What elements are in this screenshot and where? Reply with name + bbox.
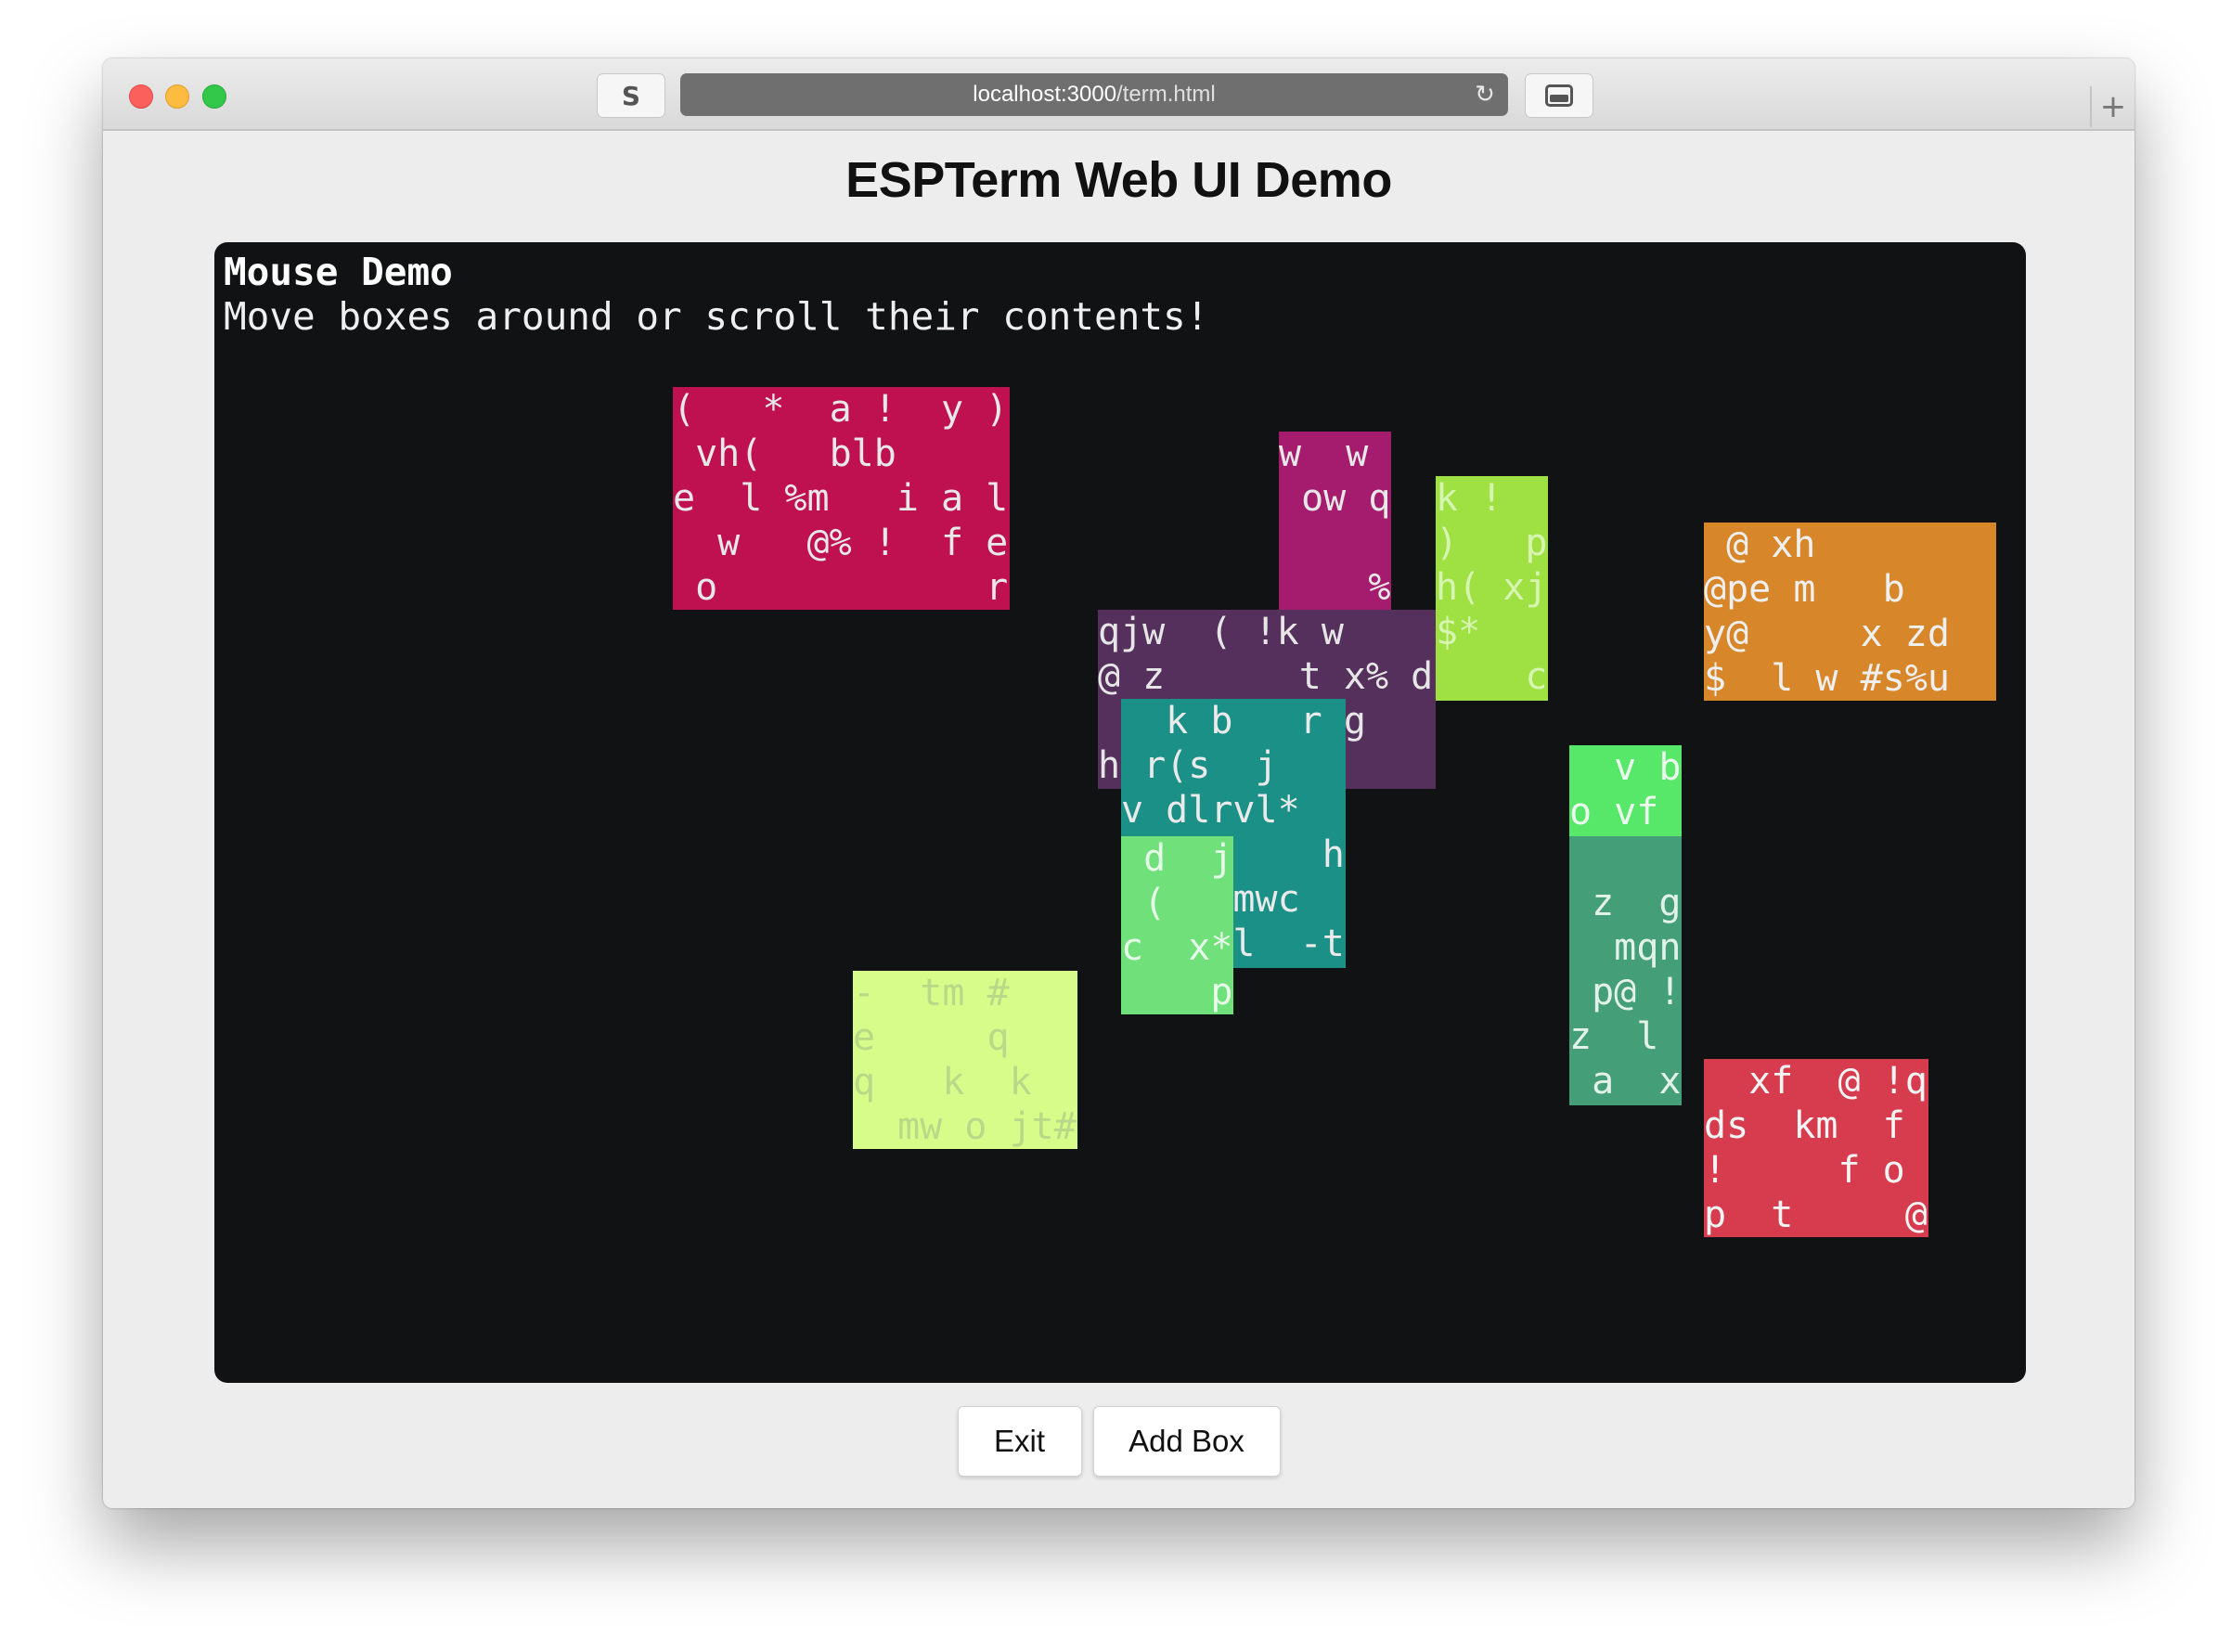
browser-window: S localhost:3000/term.html ↻ + ESPTerm W… [103,58,2134,1508]
terminal-subheading: Move boxes around or scroll their conten… [224,294,1209,339]
box-text-line: a x [1569,1060,1682,1103]
box-text-line: z g [1569,882,1682,924]
box-text-line: k ! [1436,477,1503,520]
box-text-line: y@ x zd [1704,613,1950,655]
mouse-box[interactable]: - tm #e q tq k k mw o jt# [853,971,1077,1149]
box-text-line [1279,521,1391,565]
box-text-line: w @% ! f e [673,522,1009,564]
box-text-line: w w [1279,432,1369,475]
exit-button[interactable]: Exit [957,1406,1082,1477]
box-text-line: mqn [1569,926,1682,969]
mouse-box[interactable]: d j (c x* p [1121,836,1233,1014]
new-tab-button[interactable]: + [2090,86,2134,127]
url-host: localhost:3000 [973,82,1117,107]
add-box-button[interactable]: Add Box [1092,1406,1281,1477]
tab-letter: S [621,80,641,111]
box-text-line: e q t [853,1016,1010,1059]
mouse-box[interactable]: @ xh @pe m b y@ x zd $ l w #s%u [1704,523,1996,701]
box-text-line: ( [1121,882,1167,924]
reload-icon[interactable]: ↻ [1473,83,1497,107]
url-path: /term.html [1116,82,1216,107]
mouse-box[interactable]: k !) p h( xj $* c [1436,476,1548,701]
box-text-line: vh( blb [673,432,896,475]
box-text-line: xf @ !q [1704,1060,1928,1103]
box-text-line: r(s j [1121,744,1278,787]
reader-view-icon [1545,84,1573,107]
mouse-box[interactable]: v bo vf [1569,745,1682,836]
box-text-line: %l [1368,566,1391,609]
mouse-box[interactable]: z g mqn p@ ! z l a x [1569,836,1682,1105]
box-text-line: d j [1121,837,1233,880]
box-text-line: qjw ( !k w [1098,611,1344,653]
box-text-line: v dlrvl* [1121,789,1300,832]
box-text-line: mw o jt# [853,1105,1077,1148]
box-text-line: c [1436,655,1548,698]
box-text-line: q k k [853,1061,1032,1103]
box-text-line: ) p [1436,522,1548,564]
minimize-window-button[interactable] [165,84,189,109]
mouse-box[interactable]: xf @ !q ds km f! f op t @ [1704,1059,1928,1237]
box-text-line: @ z t x% d [1098,655,1434,698]
box-text-line: h( xj [1436,566,1548,609]
box-text-line: ow q [1279,477,1391,520]
box-text-line: ( * a ! y ) [673,388,1009,431]
reader-view-button[interactable] [1525,73,1593,118]
box-text-line: o vf [1569,791,1659,833]
box-text-line: $* [1436,611,1481,653]
box-text-line: e l %m i a l [673,477,1009,520]
mouse-box[interactable]: ( * a ! y ) vh( blb e l %m i a l w @% ! f… [673,387,1010,610]
browser-titlebar: S localhost:3000/term.html ↻ + [103,58,2134,131]
zoom-window-button[interactable] [202,84,226,109]
box-text-line: - tm # [853,972,1010,1014]
box-text-line: v b [1569,746,1682,789]
sidebar-tab-button[interactable]: S [597,73,665,118]
mouse-box[interactable]: w w ow q %l [1279,432,1391,610]
button-bar: Exit Add Box [103,1406,2134,1477]
box-text-line: @ xh [1704,523,1816,566]
box-text-line: k b r [1121,700,1322,742]
box-text-line: c x* [1121,926,1233,969]
box-text-line: z l [1569,1015,1659,1058]
terminal-heading: Mouse Demo [224,250,453,294]
box-text-line [1569,836,1682,881]
box-text-line: ! f o [1704,1149,1905,1192]
box-text-line: p [1121,971,1233,1013]
box-text-line: ds km f [1704,1104,1905,1147]
box-text-line: p@ ! [1569,971,1682,1013]
close-window-button[interactable] [129,84,153,109]
plus-icon: + [2099,88,2127,125]
box-text-line: @pe m b [1704,568,1905,611]
page-title: ESPTerm Web UI Demo [845,152,1392,208]
box-text-line: o rv [673,566,1010,609]
box-text-line: p t @ [1704,1194,1928,1236]
address-bar[interactable]: localhost:3000/term.html ↻ [680,73,1508,116]
terminal-screen[interactable]: Mouse Demo Move boxes around or scroll t… [214,242,2026,1383]
box-text-line: $ l w #s%u [1704,657,1950,700]
